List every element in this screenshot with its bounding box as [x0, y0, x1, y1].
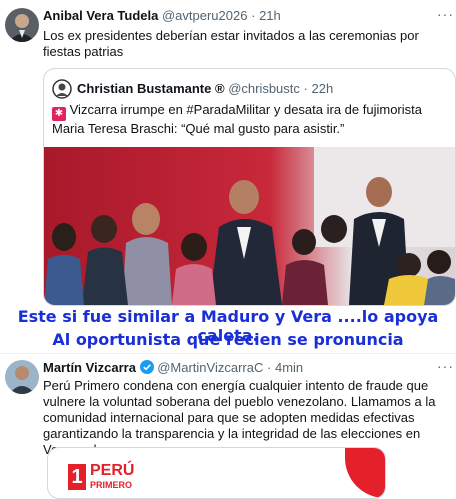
quote-author-name: Christian Bustamante ® [77, 81, 225, 96]
tweet-text: Los ex presidentes deberían estar invita… [43, 28, 419, 59]
author-name[interactable]: Anibal Vera Tudela [43, 8, 158, 23]
avatar[interactable] [5, 8, 39, 42]
logo-number: 1 [68, 464, 86, 490]
logo-text-bottom: PRIMERO [90, 480, 133, 490]
link-card[interactable]: 1 PERÚ PRIMERO [47, 447, 386, 499]
author-handle[interactable]: @avtperu2026 [162, 8, 247, 23]
author-name[interactable]: Martín Vizcarra [43, 360, 136, 375]
quote-author-handle: @chrisbustc [228, 81, 300, 96]
quote-time: 22h [311, 81, 334, 96]
alert-icon: ✱ [52, 107, 66, 121]
quote-text: Vizcarra irrumpe en #ParadaMilitar y des… [52, 102, 422, 136]
tweet-anibal: Anibal Vera Tudela @avtperu2026 · 21h ··… [0, 0, 456, 65]
tweet-text: Perú Primero condena con energía cualqui… [43, 378, 436, 457]
tweet-time[interactable]: 4min [275, 360, 303, 375]
caption-line-2: Al oportunista que recien se pronuncia [52, 330, 404, 349]
avatar[interactable] [5, 360, 39, 394]
avatar [52, 79, 72, 99]
quoted-tweet[interactable]: Christian Bustamante ® @chrisbustc · 22h… [43, 68, 456, 306]
author-handle[interactable]: @MartinVizcarraC [157, 360, 263, 375]
more-options-icon[interactable]: ··· [437, 358, 454, 374]
quote-photo[interactable] [44, 147, 455, 305]
logo-text-top: PERÚ [90, 462, 135, 479]
more-options-icon[interactable]: ··· [437, 6, 454, 22]
peru-primero-logo: 1 PERÚ PRIMERO [68, 462, 148, 492]
verified-icon [139, 360, 154, 374]
tweet-time[interactable]: 21h [259, 8, 281, 23]
